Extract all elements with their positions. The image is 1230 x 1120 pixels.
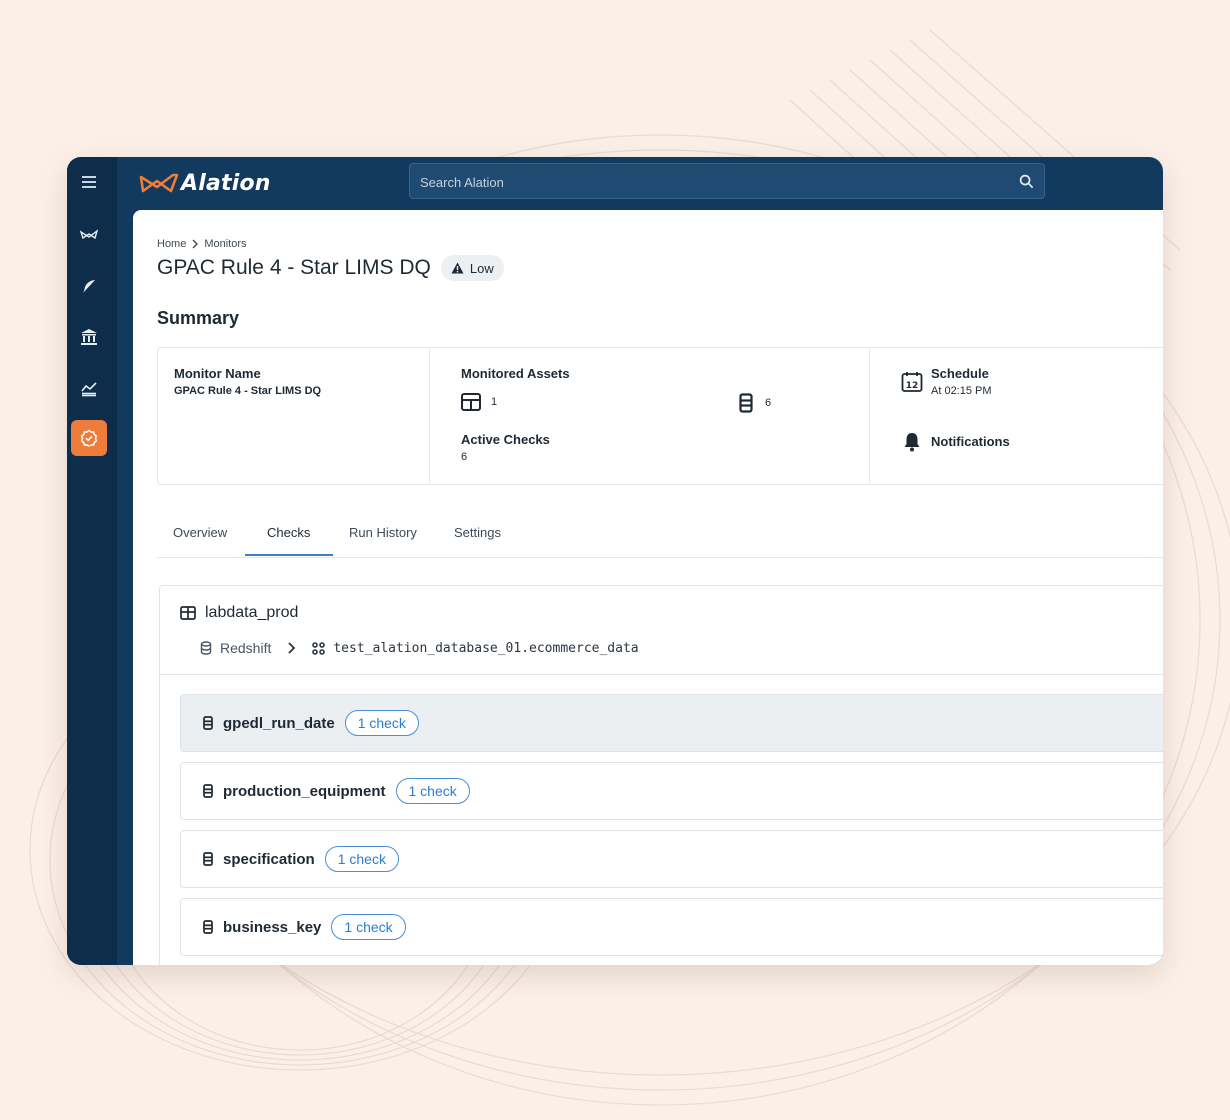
check-count-pill[interactable]: 1 check <box>324 846 399 872</box>
check-count-pill[interactable]: 1 check <box>344 710 419 736</box>
compose-feather-icon <box>83 280 95 293</box>
monitored-table-card: labdata_prod Redshift test_alation_datab… <box>159 585 1163 965</box>
check-count-pill[interactable]: 1 check <box>331 914 406 940</box>
menu-button[interactable] <box>71 164 107 200</box>
column-icon <box>203 920 213 934</box>
table-header: labdata_prod Redshift test_alation_datab… <box>160 586 1163 675</box>
nav-compose-button[interactable] <box>71 268 107 304</box>
tables-count[interactable]: 1 <box>461 393 497 411</box>
schedule-label: Schedule <box>931 366 989 381</box>
data-quality-badge-icon <box>80 429 98 447</box>
hamburger-menu-icon <box>82 176 96 188</box>
nav-data-quality-button[interactable] <box>71 420 107 456</box>
summary-card: Monitor Name GPAC Rule 4 - Star LIMS DQ … <box>157 347 1163 485</box>
check-count-pill[interactable]: 1 check <box>395 778 470 804</box>
schedule-section: 12 Schedule At 02:15 PM Notifications <box>869 348 1163 484</box>
column-row[interactable]: specification 1 check <box>180 830 1163 888</box>
alation-mark-icon <box>139 173 179 193</box>
calendar-day: 12 <box>906 381 919 391</box>
tab-run-history[interactable]: Run History <box>349 525 417 540</box>
chevron-right-icon <box>192 239 199 249</box>
monitor-name-label: Monitor Name <box>174 366 261 381</box>
title-row: GPAC Rule 4 - Star LIMS DQ Low <box>157 255 504 281</box>
bell-icon <box>904 433 920 452</box>
column-name: specification <box>223 850 315 868</box>
column-icon <box>203 716 213 730</box>
warning-triangle-icon <box>451 262 464 274</box>
calendar-icon: 12 <box>901 372 923 392</box>
active-checks-label: Active Checks <box>461 432 550 447</box>
breadcrumb-current[interactable]: Monitors <box>204 238 246 250</box>
columns-count[interactable]: 6 <box>739 393 771 413</box>
table-name-row[interactable]: labdata_prod <box>180 604 298 622</box>
tab-bar: Overview Checks Run History Settings <box>157 515 1163 558</box>
table-path: Redshift test_alation_database_01.ecomme… <box>200 640 639 656</box>
table-name: labdata_prod <box>205 604 299 621</box>
app-window: Alation Home Monitors GPAC Rule 4 - Star… <box>67 157 1163 965</box>
monitored-assets-label: Monitored Assets <box>461 366 570 381</box>
page-title: GPAC Rule 4 - Star LIMS DQ <box>157 256 431 279</box>
monitor-name-section: Monitor Name GPAC Rule 4 - Star LIMS DQ <box>158 348 430 484</box>
column-name: production_equipment <box>223 782 386 800</box>
tab-settings[interactable]: Settings <box>454 525 501 540</box>
nav-home-button[interactable] <box>71 217 107 253</box>
tables-count-value: 1 <box>491 396 498 408</box>
summary-heading: Summary <box>157 308 240 328</box>
global-search[interactable] <box>409 163 1045 199</box>
active-checks-value: 6 <box>461 451 468 463</box>
top-bar: Alation <box>117 157 1163 209</box>
notifications-link[interactable]: Notifications <box>931 434 1010 449</box>
database-icon <box>200 641 212 655</box>
severity-badge: Low <box>440 255 504 281</box>
data-source-name[interactable]: Redshift <box>220 640 271 656</box>
catalog-building-icon <box>81 329 97 345</box>
search-icon[interactable] <box>1019 174 1034 189</box>
column-icon <box>203 784 213 798</box>
table-icon <box>180 606 196 620</box>
monitor-name-value: GPAC Rule 4 - Star LIMS DQ <box>174 385 322 397</box>
schema-grid-icon <box>312 641 326 655</box>
column-row[interactable]: gpedl_run_date 1 check <box>180 694 1163 752</box>
column-name: business_key <box>223 918 322 936</box>
breadcrumb: Home Monitors <box>157 238 247 250</box>
column-name: gpedl_run_date <box>223 714 335 732</box>
column-icon <box>203 852 213 866</box>
columns-count-value: 6 <box>765 397 772 409</box>
main-panel: Home Monitors GPAC Rule 4 - Star LIMS DQ… <box>133 210 1163 965</box>
breadcrumb-home-link[interactable]: Home <box>157 238 186 250</box>
active-tab-indicator <box>245 554 333 556</box>
monitored-assets-section: Monitored Assets 1 6 Active Checks 6 <box>429 348 870 484</box>
search-input[interactable] <box>418 170 1002 194</box>
schedule-value: At 02:15 PM <box>931 385 992 397</box>
column-row[interactable]: business_key 1 check <box>180 898 1163 956</box>
table-icon <box>461 393 481 411</box>
tab-checks[interactable]: Checks <box>267 525 310 540</box>
nav-catalog-button[interactable] <box>71 319 107 355</box>
left-nav-rail <box>67 157 117 965</box>
schema-name[interactable]: test_alation_database_01.ecommerce_data <box>333 641 638 656</box>
alation-logo-icon <box>80 229 98 240</box>
nav-analytics-button[interactable] <box>71 370 107 406</box>
severity-label: Low <box>469 260 494 276</box>
brand-name: Alation <box>181 170 271 196</box>
column-row[interactable]: production_equipment 1 check <box>180 762 1163 820</box>
column-icon <box>739 393 753 413</box>
tab-overview[interactable]: Overview <box>173 525 227 540</box>
analytics-chart-icon <box>81 382 97 397</box>
alation-logo[interactable]: Alation <box>139 169 271 197</box>
chevron-right-icon <box>288 642 296 654</box>
